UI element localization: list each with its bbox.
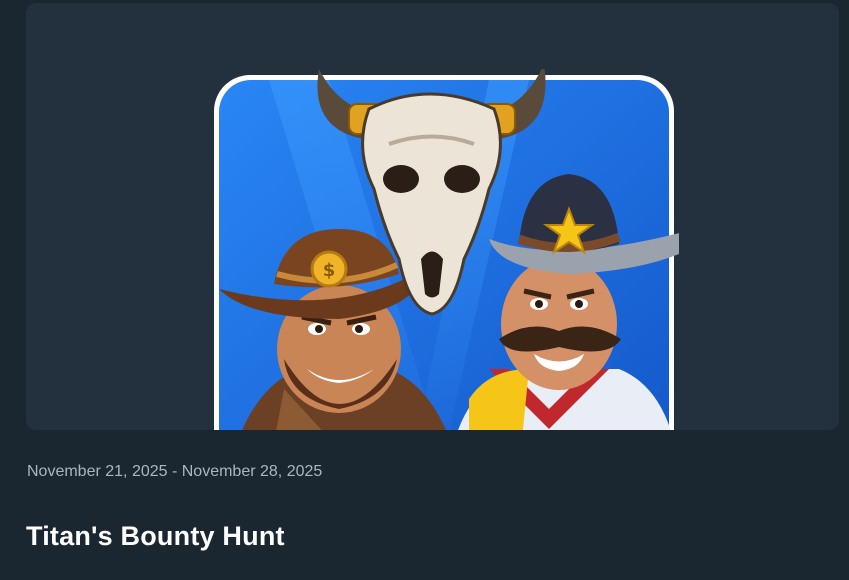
svg-text:$: $ [323,260,336,281]
event-card[interactable]: $ November 21, 2025 - November 28, 2025 … [0,0,849,580]
event-date-range: November 21, 2025 - November 28, 2025 [27,463,323,480]
game-artwork: $ [214,69,679,430]
event-hero-image-panel[interactable]: $ [26,3,839,430]
event-title[interactable]: Titan's Bounty Hunt [26,521,285,552]
